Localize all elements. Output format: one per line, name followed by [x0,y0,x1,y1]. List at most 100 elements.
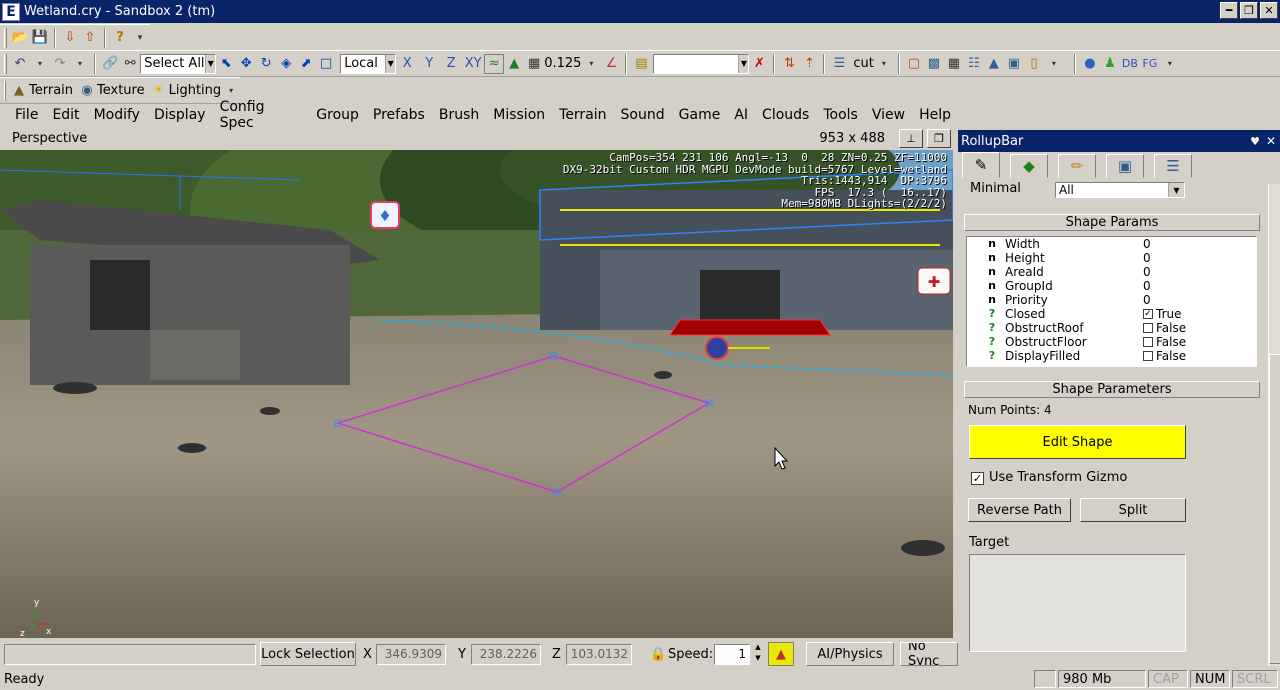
toolbar-overflow-icon[interactable]: ▾ [130,28,150,48]
use-transform-gizmo-label[interactable]: Use Transform Gizmo [989,470,1127,485]
unlink-icon[interactable]: ⚯ [120,54,140,74]
texture-button[interactable]: Texture [97,83,145,98]
use-transform-gizmo-checkbox[interactable]: ✓ [971,472,984,485]
menu-sound[interactable]: Sound [614,107,672,123]
speed-field[interactable]: 1 [714,643,750,665]
menu-clouds[interactable]: Clouds [755,107,816,123]
selection-mask-combo[interactable]: Select All ▼ [140,53,217,74]
redo-icon[interactable]: ↷ [50,54,70,74]
align-icon[interactable]: ⇅ [779,54,799,74]
axis-z-button[interactable]: Z [440,54,462,74]
angle-snap-icon[interactable]: ∠ [601,54,621,74]
help-icon[interactable]: ? [110,28,130,48]
rollup-close-icon[interactable]: ✕ [1266,134,1276,148]
viewport-axis-icon[interactable]: ⊥ [899,129,923,148]
menu-brush[interactable]: Brush [432,107,486,123]
param-value[interactable]: 0 [1143,293,1151,307]
fg-button[interactable]: FG [1140,54,1160,74]
menu-ai[interactable]: AI [727,107,755,123]
undo-dropdown-icon[interactable]: ▾ [30,54,50,74]
ai-person-icon[interactable]: ♟ [1100,54,1120,74]
viewport-maximize-icon[interactable]: ❐ [927,129,951,148]
grid-dropdown-icon[interactable]: ▾ [581,54,601,74]
redo-dropdown-icon[interactable]: ▾ [70,54,90,74]
axis-x-button[interactable]: X [396,54,418,74]
toolbar-overflow3-icon[interactable]: ▾ [1160,54,1180,74]
reference-coord-combo[interactable]: Local ▼ [340,53,397,74]
hierarchy-icon[interactable]: ☷ [964,54,984,74]
db-button[interactable]: DB [1120,54,1140,74]
reverse-path-button[interactable]: Reverse Path [968,498,1071,522]
tab-display[interactable]: ▣ [1106,154,1144,178]
delete-layer-icon[interactable]: ✗ [749,54,769,74]
rotate-icon[interactable]: ↻ [256,54,276,74]
layer-combo[interactable]: ▼ [653,53,750,74]
menu-prefabs[interactable]: Prefabs [366,107,432,123]
lock-selection-button[interactable]: Lock Selection [260,642,356,666]
open-icon[interactable]: 📂 [10,28,30,48]
toolbar-overflow2-icon[interactable]: ▾ [1044,54,1064,74]
param-row-closed[interactable]: ? Closed ✓ True [967,307,1256,321]
move-icon[interactable]: ✥ [236,54,256,74]
menu-file[interactable]: File [8,107,45,123]
param-row-displayfilled[interactable]: ? DisplayFilled False [967,349,1256,363]
save-icon[interactable]: 💾 [30,28,50,48]
lighting-button[interactable]: Lighting [169,83,222,98]
axis-xy-button[interactable]: XY [462,54,484,74]
grid-size-value[interactable]: 0.125 [544,56,581,71]
menu-view[interactable]: View [865,107,912,123]
menu-display[interactable]: Display [147,107,213,123]
obstructfloor-checkbox[interactable] [1143,337,1153,347]
select-terrain-icon[interactable]: ⬈ [296,54,316,74]
tab-layers[interactable]: ☰ [1154,154,1192,178]
param-value[interactable]: 0 [1143,251,1151,265]
param-row-obstructroof[interactable]: ? ObstructRoof False [967,321,1256,335]
ai-physics-button[interactable]: AI/Physics [806,642,894,666]
terrain-tool-icon[interactable]: ▲ [984,54,1004,74]
no-sync-button[interactable]: No Sync [900,642,958,666]
menu-help[interactable]: Help [912,107,958,123]
terrain-follow-icon[interactable]: ≈ [484,53,505,74]
param-row-height[interactable]: n Height 0 [967,251,1256,265]
object-icon[interactable]: ▢ [904,54,924,74]
entity-icon[interactable]: ▩ [924,54,944,74]
film-icon[interactable]: ▯ [1024,54,1044,74]
lock-icon[interactable]: 🔒 [648,644,668,664]
rollup-scrollbar[interactable] [1268,184,1280,666]
link-icon[interactable]: 🔗 [100,54,120,74]
speed-spinner[interactable]: ▲ ▼ [752,642,764,664]
pin-icon[interactable]: ♥ [1250,135,1260,148]
menu-tools[interactable]: Tools [816,107,865,123]
cut-label[interactable]: cut [853,56,873,71]
scale-icon[interactable]: ◈ [276,54,296,74]
y-coordinate-field[interactable]: 238.2226 [471,643,541,665]
terrain-collision-icon[interactable]: ▲ [768,642,794,666]
param-row-priority[interactable]: n Priority 0 [967,293,1256,307]
tab-terrain[interactable]: ◆ [1010,154,1048,178]
toolbar-overflow4-icon[interactable]: ▾ [221,81,241,101]
grid-table-icon[interactable]: ▦ [944,54,964,74]
restore-button[interactable]: ❐ [1240,2,1258,19]
x-coordinate-field[interactable]: 346.9309 [376,643,446,665]
param-value[interactable]: 0 [1143,237,1151,251]
param-row-groupid[interactable]: n GroupId 0 [967,279,1256,293]
shape-parameters-title[interactable]: Shape Parameters [964,381,1260,398]
obstructroof-checkbox[interactable] [1143,323,1153,333]
select-pointer-icon[interactable]: ⬉ [216,54,236,74]
layers-stack-icon[interactable]: ☰ [829,54,849,74]
tab-modeling[interactable]: ✏ [1058,154,1096,178]
minimize-button[interactable]: ━ [1220,2,1238,19]
undo-icon[interactable]: ↶ [10,54,30,74]
cut-dropdown-icon[interactable]: ▾ [874,54,894,74]
menu-group[interactable]: Group [309,107,366,123]
select-region-icon[interactable]: □ [316,54,336,74]
edit-shape-button[interactable]: Edit Shape [969,425,1186,459]
param-row-areaid[interactable]: n AreaId 0 [967,265,1256,279]
book-icon[interactable]: ▣ [1004,54,1024,74]
menu-edit[interactable]: Edit [45,107,86,123]
minimal-combo[interactable]: All ▼ [1055,182,1185,198]
shape-params-title[interactable]: Shape Params [964,214,1260,231]
param-value[interactable]: 0 [1143,279,1151,293]
scrollbar-thumb[interactable] [1269,354,1280,664]
import-icon[interactable]: ⇧ [80,28,100,48]
